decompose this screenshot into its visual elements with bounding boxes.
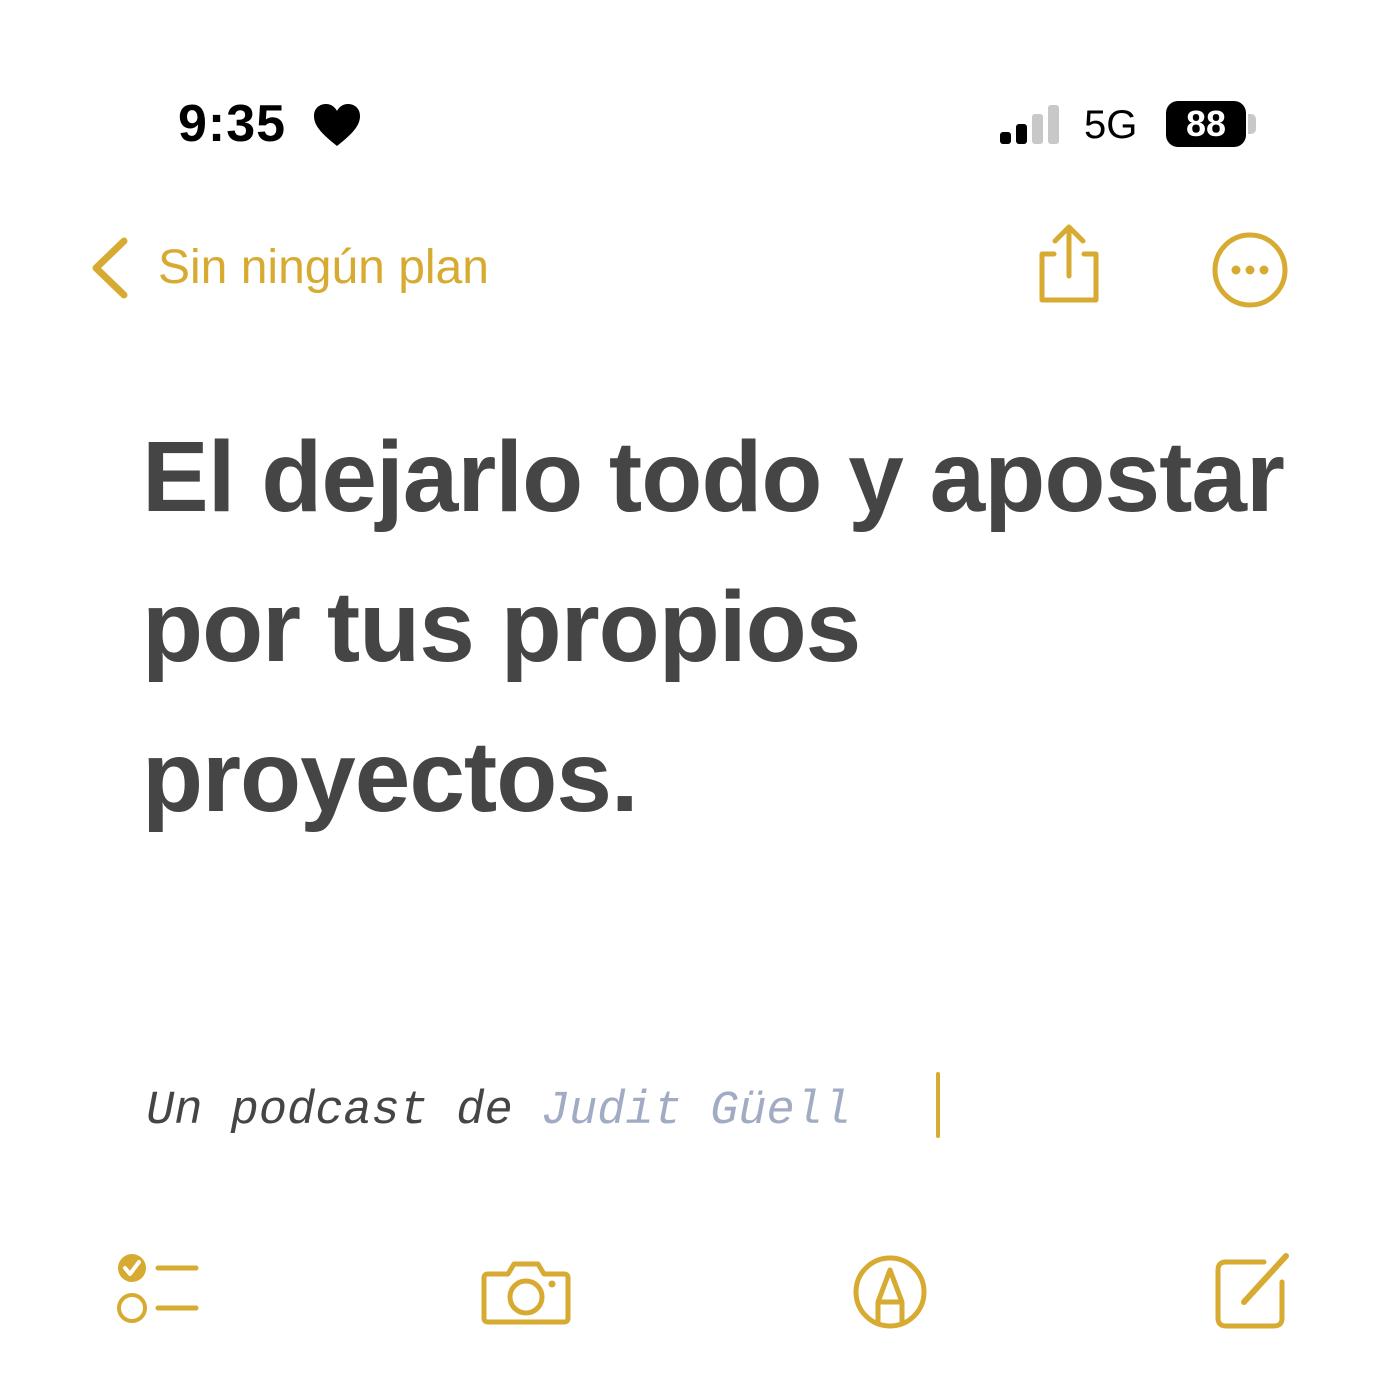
back-button[interactable]: Sin ningún plan [88,228,558,308]
battery-level: 88 [1185,103,1227,144]
markup-pen-icon[interactable] [842,1244,938,1340]
chevron-left-icon [92,237,128,299]
subtitle-author: Judit Güell [540,1085,852,1138]
ellipsis-circle-icon[interactable] [1208,228,1292,312]
subtitle-prefix: Un podcast de [146,1085,541,1138]
note-title[interactable]: El dejarlo todo y apostar por tus propio… [142,402,1322,852]
share-icon[interactable] [1024,220,1114,310]
cellular-signal-icon [1000,105,1059,144]
camera-icon[interactable] [478,1244,574,1340]
back-label: Sin ningún plan [158,241,489,294]
text-cursor [936,1072,940,1138]
note-subtitle[interactable]: Un podcast de Judit Güell [146,1080,851,1144]
status-time: 9:35 [178,95,287,153]
battery-indicator: 88 [1166,101,1246,147]
battery-cap [1248,114,1256,134]
heart-icon [314,104,360,146]
compose-icon[interactable] [1204,1244,1300,1340]
network-type: 5G [1084,103,1138,147]
checklist-icon[interactable] [112,1244,208,1340]
